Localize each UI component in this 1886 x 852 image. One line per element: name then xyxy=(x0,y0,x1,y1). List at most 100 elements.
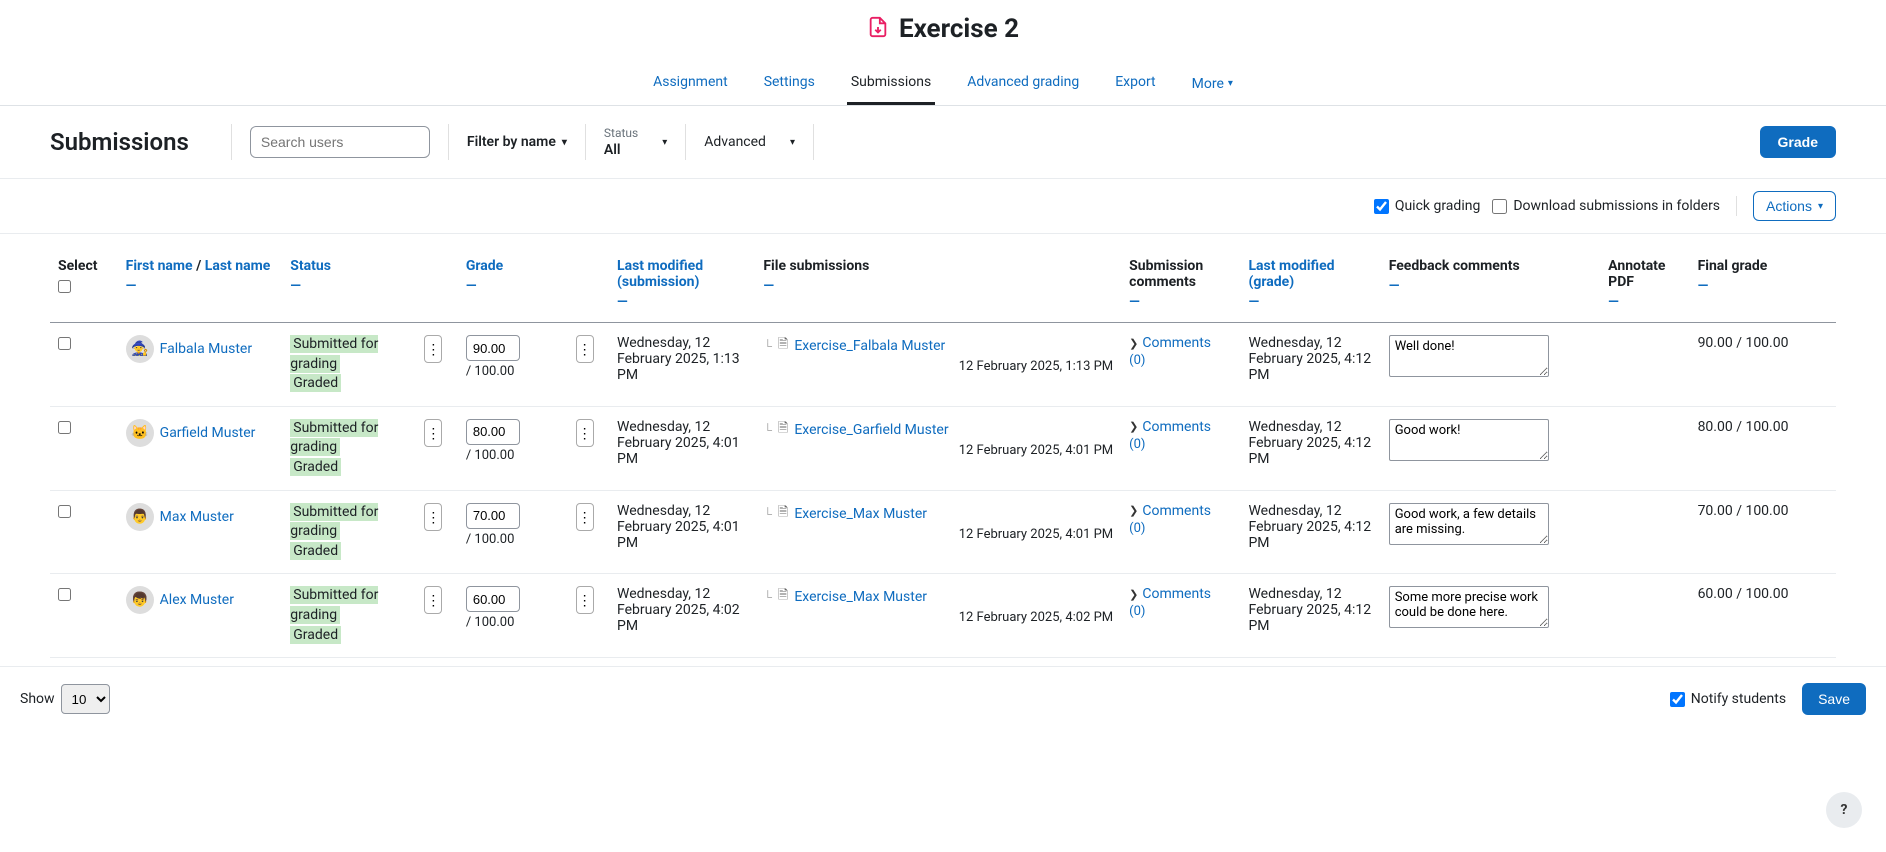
collapse-col-lastgrade[interactable]: — xyxy=(1248,294,1372,310)
status-submitted-badge: Submitted for grading xyxy=(290,503,378,541)
sort-first-name[interactable]: First name xyxy=(126,258,193,274)
comments-link[interactable]: Comments xyxy=(1142,586,1211,602)
show-per-page-select[interactable]: 10 xyxy=(61,684,110,714)
file-date: 12 February 2025, 4:02 PM xyxy=(763,610,1113,625)
submission-file-link[interactable]: Exercise_Garfield Muster xyxy=(794,422,948,438)
collapse-col-final[interactable]: — xyxy=(1698,278,1828,294)
select-row-checkbox[interactable] xyxy=(58,505,71,518)
col-select-header: Select xyxy=(58,258,110,274)
file-icon: 🗎 xyxy=(778,503,788,525)
advanced-filter-dropdown[interactable]: Advanced ▾ xyxy=(704,134,795,150)
quick-grading-toggle[interactable]: Quick grading xyxy=(1374,198,1481,214)
grade-input[interactable] xyxy=(466,335,520,361)
download-in-folders-toggle[interactable]: Download submissions in folders xyxy=(1492,198,1720,214)
collapse-col-feedback[interactable]: — xyxy=(1389,278,1592,294)
submission-file-link[interactable]: Exercise_Falbala Muster xyxy=(794,338,945,354)
actions-dropdown[interactable]: Actions ▾ xyxy=(1753,191,1836,221)
select-row-checkbox[interactable] xyxy=(58,588,71,601)
feedback-textarea[interactable] xyxy=(1389,335,1549,377)
comments-link[interactable]: Comments xyxy=(1142,419,1211,435)
submission-file-link[interactable]: Exercise_Max Muster xyxy=(794,589,927,605)
download-in-folders-checkbox[interactable] xyxy=(1492,199,1507,214)
status-filter-dropdown[interactable]: Status All ▾ xyxy=(604,126,667,158)
sort-last-modified-submission[interactable]: Last modified (submission) xyxy=(617,258,703,290)
tab-settings[interactable]: Settings xyxy=(760,64,819,105)
grade-actions-menu[interactable]: ⋮ xyxy=(576,335,594,363)
comments-toggle[interactable]: ❯Comments xyxy=(1129,419,1232,435)
grade-actions-menu[interactable]: ⋮ xyxy=(576,503,594,531)
tab-advgrading[interactable]: Advanced grading xyxy=(963,64,1083,105)
feedback-textarea[interactable] xyxy=(1389,586,1549,628)
submission-file-link[interactable]: Exercise_Max Muster xyxy=(794,506,927,522)
sort-status[interactable]: Status xyxy=(290,258,331,274)
last-modified-submission: Wednesday, 12 February 2025, 4:01 PM xyxy=(609,490,755,574)
row-actions-menu[interactable]: ⋮ xyxy=(424,503,442,531)
notify-students-checkbox[interactable] xyxy=(1670,692,1685,707)
chevron-right-icon: ❯ xyxy=(1129,337,1138,350)
collapse-col-lastsub[interactable]: — xyxy=(617,294,747,310)
comments-toggle[interactable]: ❯Comments xyxy=(1129,586,1232,602)
submissions-table: Select First name / Last name — Status —… xyxy=(50,234,1836,658)
grade-input[interactable] xyxy=(466,503,520,529)
tab-export[interactable]: Export xyxy=(1111,64,1159,105)
comments-toggle[interactable]: ❯ Comments xyxy=(1129,335,1232,351)
feedback-textarea[interactable] xyxy=(1389,503,1549,545)
tab-assignment[interactable]: Assignment xyxy=(649,64,732,105)
col-feedback-header: Feedback comments xyxy=(1389,258,1520,274)
final-grade: 90.00 / 100.00 xyxy=(1690,323,1836,407)
user-name-link[interactable]: Falbala Muster xyxy=(160,341,252,357)
comments-link[interactable]: Comments xyxy=(1142,503,1211,519)
tab-bar: Assignment Settings Submissions Advanced gr… xyxy=(0,64,1886,106)
sort-last-modified-grade[interactable]: Last modified (grade) xyxy=(1248,258,1334,290)
grade-input[interactable] xyxy=(466,586,520,612)
search-users-input[interactable] xyxy=(250,126,430,158)
comments-count[interactable]: (0) xyxy=(1129,437,1232,452)
select-row-checkbox[interactable] xyxy=(58,337,71,350)
collapse-col-annotate[interactable]: — xyxy=(1608,294,1681,310)
avatar: 👦 xyxy=(126,586,154,614)
sort-last-name[interactable]: Last name xyxy=(205,258,271,274)
tab-submissions[interactable]: Submissions xyxy=(847,64,935,105)
quick-grading-label: Quick grading xyxy=(1395,198,1481,214)
collapse-col-comments[interactable]: — xyxy=(1129,294,1232,310)
collapse-col-name[interactable]: — xyxy=(126,278,275,294)
status-submitted-badge: Submitted for grading xyxy=(290,419,378,457)
grade-max: / 100.00 xyxy=(466,448,560,463)
status-graded-badge: Graded xyxy=(290,458,341,476)
collapse-col-files[interactable]: — xyxy=(763,278,1113,294)
quick-grading-checkbox[interactable] xyxy=(1374,199,1389,214)
row-actions-menu[interactable]: ⋮ xyxy=(424,335,442,363)
collapse-col-grade[interactable]: — xyxy=(466,278,560,294)
comments-count[interactable]: (0) xyxy=(1129,521,1232,536)
col-final-grade-header: Final grade xyxy=(1698,258,1768,274)
grade-button[interactable]: Grade xyxy=(1760,126,1836,158)
comments-link[interactable]: Comments xyxy=(1142,335,1211,351)
user-name-link[interactable]: Alex Muster xyxy=(160,592,234,608)
notify-students-toggle[interactable]: Notify students xyxy=(1670,691,1786,707)
tab-more[interactable]: More▾ xyxy=(1188,64,1237,105)
select-row-checkbox[interactable] xyxy=(58,421,71,434)
grade-actions-menu[interactable]: ⋮ xyxy=(576,586,594,614)
feedback-textarea[interactable] xyxy=(1389,419,1549,461)
user-name-link[interactable]: Max Muster xyxy=(160,509,234,525)
filter-by-name-label: Filter by name xyxy=(467,134,556,150)
help-button[interactable]: ? xyxy=(1826,792,1862,828)
row-actions-menu[interactable]: ⋮ xyxy=(424,419,442,447)
filter-by-name-dropdown[interactable]: Filter by name ▾ xyxy=(467,134,567,150)
last-modified-grade: Wednesday, 12 February 2025, 4:12 PM xyxy=(1240,406,1380,490)
select-all-checkbox[interactable] xyxy=(58,280,71,293)
comments-toggle[interactable]: ❯Comments xyxy=(1129,503,1232,519)
comments-count[interactable]: (0) xyxy=(1129,353,1232,368)
comments-count[interactable]: (0) xyxy=(1129,604,1232,619)
grade-actions-menu[interactable]: ⋮ xyxy=(576,419,594,447)
last-modified-submission: Wednesday, 12 February 2025, 4:01 PM xyxy=(609,406,755,490)
save-button[interactable]: Save xyxy=(1802,683,1866,715)
sort-grade[interactable]: Grade xyxy=(466,258,503,274)
grade-input[interactable] xyxy=(466,419,520,445)
actions-label: Actions xyxy=(1766,198,1812,214)
tab-label: Submissions xyxy=(851,74,931,90)
final-grade: 70.00 / 100.00 xyxy=(1690,490,1836,574)
collapse-col-status[interactable]: — xyxy=(290,278,408,294)
row-actions-menu[interactable]: ⋮ xyxy=(424,586,442,614)
user-name-link[interactable]: Garfield Muster xyxy=(160,425,256,441)
